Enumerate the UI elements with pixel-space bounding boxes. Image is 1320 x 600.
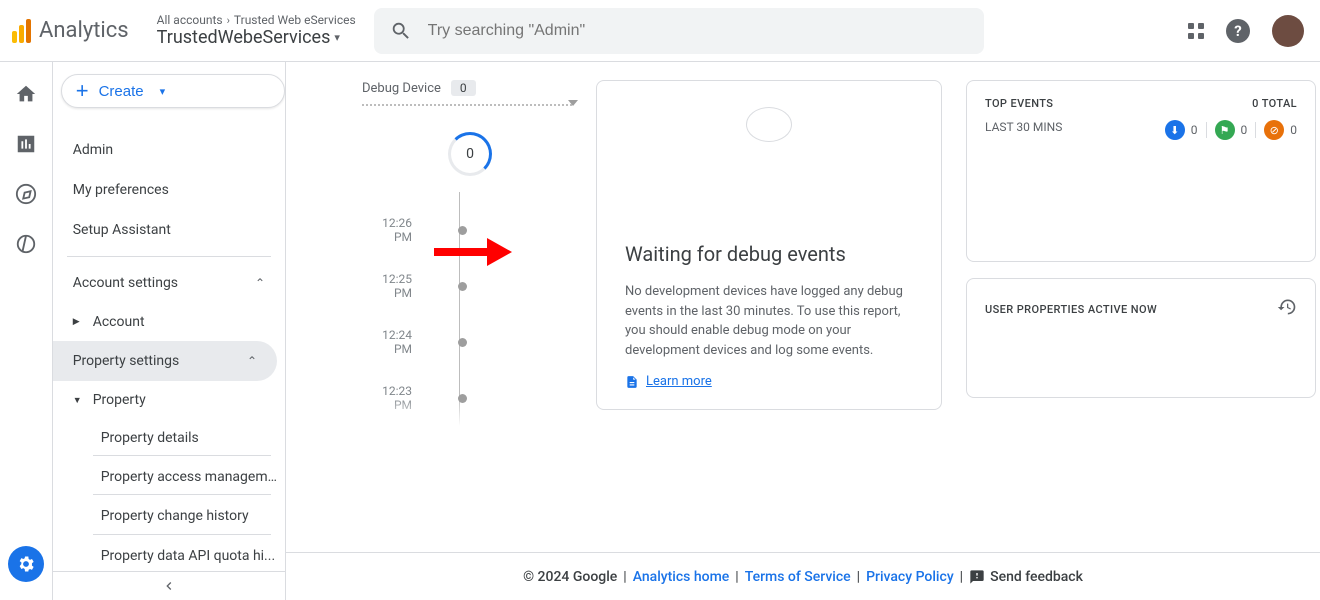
- top-events-subtitle: LAST 30 MINS: [985, 120, 1062, 140]
- copyright-text: © 2024 Google: [523, 569, 617, 585]
- app-header: Analytics All accounts › Trusted Web eSe…: [0, 0, 1320, 62]
- apps-icon[interactable]: [1188, 23, 1204, 39]
- home-icon[interactable]: [14, 82, 38, 106]
- breadcrumb: All accounts › Trusted Web eServices: [157, 13, 356, 27]
- account-settings-label: Account settings: [73, 275, 178, 291]
- device-dropdown[interactable]: [362, 104, 572, 106]
- sidebar-item-property-details[interactable]: Property details: [53, 419, 285, 453]
- admin-sidebar: + Create ▾ Admin My preferences Setup As…: [53, 62, 286, 600]
- top-events-total: 0 TOTAL: [1252, 97, 1297, 110]
- waiting-card: Waiting for debug events No development …: [596, 80, 942, 410]
- top-events-card: TOP EVENTS 0 TOTAL LAST 30 MINS ⬇ 0 ⚑ 0 …: [966, 80, 1316, 262]
- timeline-tick: 12:25 PM: [362, 258, 572, 314]
- debug-timeline-panel: Debug Device 0 0 12:26 PM 12:25 PM 12:24…: [362, 80, 572, 426]
- sidebar-item-property-change-history[interactable]: Property change history: [53, 497, 285, 531]
- sidebar-item-account[interactable]: ▶ Account: [53, 303, 285, 341]
- advertising-icon[interactable]: [14, 232, 38, 256]
- caret-down-icon: ▾: [334, 31, 340, 44]
- reports-icon[interactable]: [14, 132, 38, 156]
- nav-setup-assistant[interactable]: Setup Assistant: [53, 210, 285, 250]
- footer-link-privacy[interactable]: Privacy Policy: [866, 569, 954, 585]
- breadcrumb-account: Trusted Web eServices: [234, 13, 356, 27]
- triangle-right-icon: ▶: [73, 317, 83, 327]
- sidebar-item-property[interactable]: ▼ Property: [53, 381, 285, 419]
- nav-rail: [0, 62, 53, 600]
- top-events-title: TOP EVENTS: [985, 97, 1053, 110]
- property-picker[interactable]: All accounts › Trusted Web eServices Tru…: [157, 13, 356, 48]
- footer-link-terms[interactable]: Terms of Service: [745, 569, 851, 585]
- breadcrumb-root: All accounts: [157, 13, 223, 27]
- user-properties-title: USER PROPERTIES ACTIVE NOW: [985, 303, 1157, 316]
- event-type-blue-icon: ⬇: [1165, 120, 1185, 140]
- event-type-green-icon: ⚑: [1215, 120, 1235, 140]
- explore-icon[interactable]: [14, 182, 38, 206]
- chevron-right-icon: ›: [227, 14, 230, 27]
- timeline: 12:26 PM 12:25 PM 12:24 PM 12:23 PM: [362, 192, 572, 426]
- debug-device-count: 0: [451, 80, 476, 96]
- sidebar-item-property-access[interactable]: Property access managem...: [53, 458, 285, 492]
- analytics-logo-icon: [12, 19, 31, 43]
- search-bar[interactable]: [374, 8, 984, 54]
- create-button[interactable]: + Create ▾: [61, 74, 285, 108]
- event-counters: ⬇ 0 ⚑ 0 ⊘ 0: [1165, 120, 1297, 140]
- header-actions: ?: [1188, 15, 1304, 47]
- send-feedback-button[interactable]: Send feedback: [969, 569, 1083, 585]
- nav-admin[interactable]: Admin: [53, 130, 285, 170]
- chevron-up-icon: ⌃: [255, 276, 265, 290]
- waiting-title: Waiting for debug events: [625, 242, 913, 266]
- event-count-blue: 0: [1191, 123, 1198, 137]
- nav-my-preferences[interactable]: My preferences: [53, 170, 285, 210]
- property-settings-header[interactable]: Property settings ⌃: [53, 341, 277, 381]
- chevron-left-icon: [161, 578, 177, 594]
- product-name: Analytics: [39, 18, 129, 43]
- avatar[interactable]: [1272, 15, 1304, 47]
- main-content: Debug Device 0 0 12:26 PM 12:25 PM 12:24…: [286, 62, 1320, 600]
- timeline-tick: 12:24 PM: [362, 314, 572, 370]
- admin-gear-button[interactable]: [8, 546, 44, 582]
- history-icon[interactable]: [1277, 297, 1297, 321]
- plus-icon: +: [76, 80, 89, 102]
- caret-down-icon: ▾: [160, 85, 166, 98]
- timeline-tick: 12:26 PM: [362, 202, 572, 258]
- sidebar-item-property-api-quota[interactable]: Property data API quota hi...: [53, 537, 285, 571]
- property-name[interactable]: TrustedWebeServices ▾: [157, 27, 356, 48]
- search-icon: [390, 20, 412, 42]
- account-settings-header[interactable]: Account settings ⌃: [53, 263, 285, 303]
- chevron-up-icon: ⌃: [247, 354, 257, 368]
- footer-link-analytics-home[interactable]: Analytics home: [633, 569, 730, 585]
- help-icon[interactable]: ?: [1226, 19, 1250, 43]
- create-label: Create: [99, 83, 144, 100]
- document-icon: [625, 375, 639, 389]
- event-count-ring: 0: [448, 132, 492, 176]
- product-logo[interactable]: Analytics: [12, 18, 129, 43]
- event-count-orange: 0: [1290, 123, 1297, 137]
- learn-more-link[interactable]: Learn more: [625, 374, 913, 389]
- event-type-orange-icon: ⊘: [1264, 120, 1284, 140]
- waiting-text: No development devices have logged any d…: [625, 282, 913, 360]
- collapse-sidebar-button[interactable]: [53, 571, 285, 600]
- debug-device-label: Debug Device: [362, 81, 441, 96]
- event-count-green: 0: [1241, 123, 1248, 137]
- user-properties-card: USER PROPERTIES ACTIVE NOW: [966, 278, 1316, 398]
- feedback-icon: [969, 569, 985, 585]
- triangle-down-icon: ▼: [73, 395, 83, 406]
- right-panel: TOP EVENTS 0 TOTAL LAST 30 MINS ⬇ 0 ⚑ 0 …: [966, 80, 1316, 426]
- property-settings-label: Property settings: [73, 353, 180, 369]
- page-footer: © 2024 Google | Analytics home | Terms o…: [286, 552, 1320, 600]
- placeholder-circle-icon: [746, 107, 792, 142]
- search-input[interactable]: [428, 22, 968, 40]
